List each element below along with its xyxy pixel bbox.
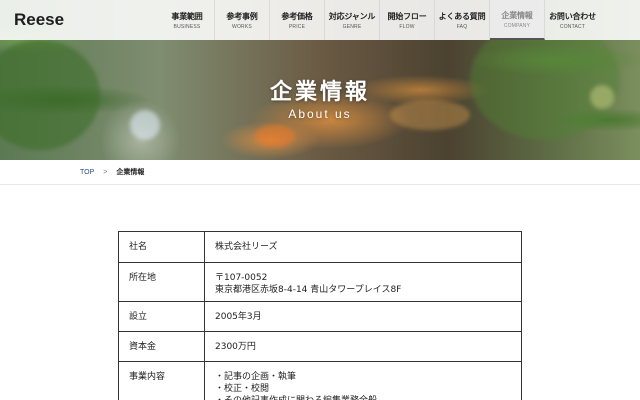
row-label: 資本金 <box>118 331 205 362</box>
row-label: 所在地 <box>118 262 205 302</box>
nav-item-price[interactable]: 参考価格 PRICE <box>270 0 325 40</box>
nav-sublabel: COMPANY <box>503 22 531 29</box>
nav-label: 企業情報 <box>501 10 533 20</box>
nav-item-works[interactable]: 参考事例 WORKS <box>215 0 270 40</box>
row-value: 2005年3月 <box>204 301 522 332</box>
nav-sublabel: WORKS <box>232 23 252 30</box>
page-title: 企業情報 <box>269 80 370 105</box>
nav-sublabel: CONTACT <box>559 23 586 30</box>
row-value: ・記事の企画・執筆 ・校正・校閲 ・その他記事作成に関わる編集業務全般 <box>204 361 522 400</box>
row-label: 事業内容 <box>118 361 205 400</box>
nav-label: 対応ジャンル <box>328 11 376 21</box>
nav-label: よくある質問 <box>438 11 486 21</box>
row-value: 2300万円 <box>204 331 522 362</box>
row-label: 社名 <box>118 231 205 263</box>
breadcrumb-current: 企業情報 <box>116 168 145 176</box>
table-row: 設立 2005年3月 <box>118 301 522 332</box>
nav-label: お問い合わせ <box>549 11 596 21</box>
nav-label: 事業範囲 <box>171 11 203 21</box>
nav-label: 参考事例 <box>226 11 258 21</box>
nav-item-genre[interactable]: 対応ジャンル GENRE <box>325 0 380 40</box>
nav-sublabel: GENRE <box>342 23 362 30</box>
nav-sublabel: FLOW <box>399 23 415 30</box>
nav-label: 開始フロー <box>387 11 427 21</box>
main-nav: 事業範囲 BUSINESS 参考事例 WORKS 参考価格 PRICE 対応ジャ… <box>160 0 600 40</box>
nav-item-business[interactable]: 事業範囲 BUSINESS <box>160 0 215 40</box>
breadcrumb-separator: > <box>103 168 108 176</box>
breadcrumb: TOP > 企業情報 <box>0 160 640 185</box>
nav-sublabel: FAQ <box>456 23 468 30</box>
nav-item-contact[interactable]: お問い合わせ CONTACT <box>545 0 600 40</box>
company-info-table: 社名 株式会社リーズ 所在地 〒107-0052 東京都港区赤坂8-4-14 青… <box>118 231 522 400</box>
nav-item-company[interactable]: 企業情報 COMPANY <box>490 0 545 40</box>
nav-sublabel: BUSINESS <box>173 23 201 30</box>
bokeh-light <box>255 125 295 147</box>
nav-item-flow[interactable]: 開始フロー FLOW <box>380 0 435 40</box>
row-label: 設立 <box>118 301 205 332</box>
table-row: 資本金 2300万円 <box>118 331 522 362</box>
breadcrumb-top-link[interactable]: TOP <box>80 169 94 176</box>
row-value: 株式会社リーズ <box>204 231 522 263</box>
row-value: 〒107-0052 東京都港区赤坂8-4-14 青山タワープレイス8F <box>204 262 522 302</box>
table-row: 所在地 〒107-0052 東京都港区赤坂8-4-14 青山タワープレイス8F <box>118 262 522 302</box>
site-header: Reese 事業範囲 BUSINESS 参考事例 WORKS 参考価格 PRIC… <box>0 0 640 40</box>
page-subtitle: About us <box>288 107 352 121</box>
table-row: 社名 株式会社リーズ <box>118 231 522 263</box>
nav-sublabel: PRICE <box>288 23 306 30</box>
nav-item-faq[interactable]: よくある質問 FAQ <box>435 0 490 40</box>
table-row: 事業内容 ・記事の企画・執筆 ・校正・校閲 ・その他記事作成に関わる編集業務全般 <box>118 361 522 400</box>
site-logo[interactable]: Reese <box>0 0 160 40</box>
nav-label: 参考価格 <box>281 11 313 21</box>
